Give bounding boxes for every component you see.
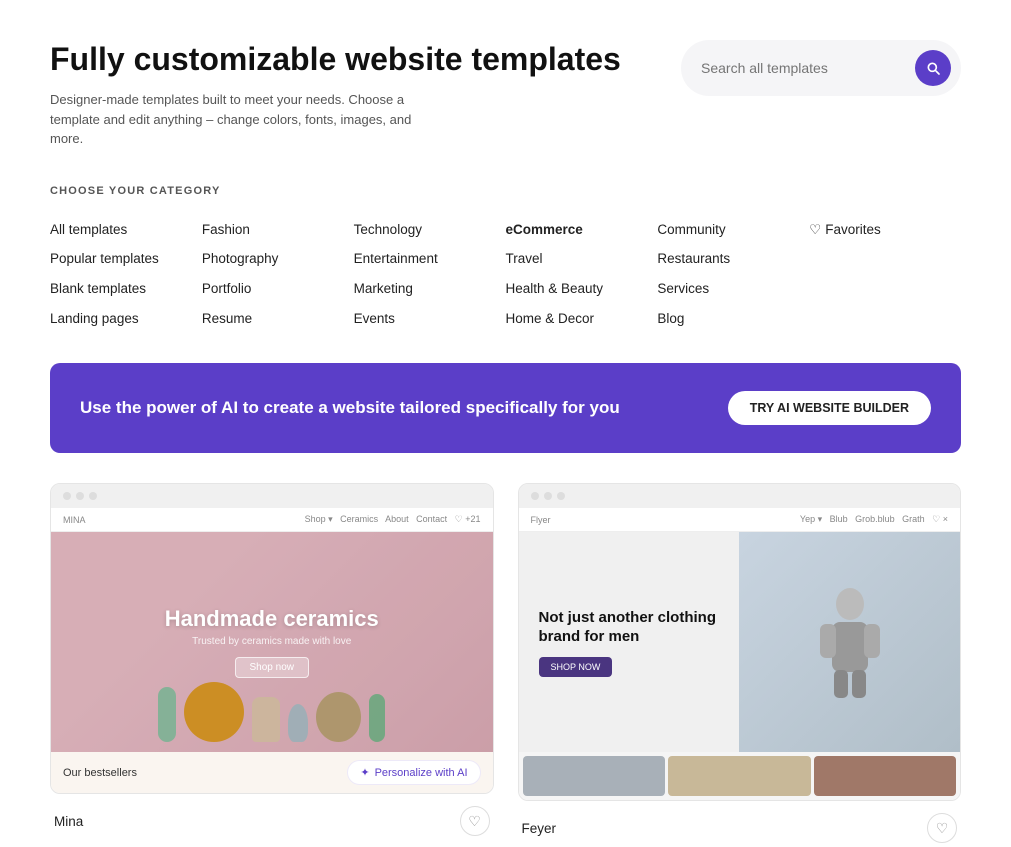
mina-shop-btn[interactable]: Shop now <box>235 657 309 678</box>
feyer-nav-items: Yep ▾ Blub Grob.blub Grath ♡ × <box>800 514 948 525</box>
mina-heart-icon: ♡ <box>468 813 481 830</box>
mina-personalize-label: Personalize with AI <box>375 767 468 779</box>
category-item-services[interactable]: Services <box>657 274 809 304</box>
category-item-technology[interactable]: Technology <box>354 215 506 245</box>
category-column-3: Technology Entertainment Marketing Event… <box>354 215 506 333</box>
template-card-feyer-wrap[interactable]: Flyer Yep ▾ Blub Grob.blub Grath ♡ × Not… <box>518 483 962 801</box>
category-item-resume[interactable]: Resume <box>202 304 354 334</box>
page-subtitle: Designer-made templates built to meet yo… <box>50 90 430 149</box>
mina-bestsellers-label: Our bestsellers <box>63 767 137 779</box>
feyer-template-name: Feyer <box>522 821 557 836</box>
category-item-health-beauty[interactable]: Health & Beauty <box>505 274 657 304</box>
category-section-title: CHOOSE YOUR CATEGORY <box>50 185 961 197</box>
page-wrapper: Fully customizable website templates Des… <box>0 0 1011 847</box>
feyer-model-image <box>739 532 960 752</box>
template-card-feyer[interactable]: Flyer Yep ▾ Blub Grob.blub Grath ♡ × Not… <box>518 483 962 847</box>
mina-favorite-button[interactable]: ♡ <box>460 806 490 836</box>
category-item-restaurants[interactable]: Restaurants <box>657 244 809 274</box>
feyer-preview: Not just another clothing brand for men … <box>519 532 961 752</box>
feyer-favorite-button[interactable]: ♡ <box>927 813 957 843</box>
category-item-blank[interactable]: Blank templates <box>50 274 202 304</box>
feyer-preview-heading: Not just another clothing brand for men <box>539 608 720 647</box>
feyer-logo-text: Flyer <box>531 515 551 525</box>
mina-preview-subtitle: Trusted by ceramics made with love <box>192 636 351 647</box>
category-item-photography[interactable]: Photography <box>202 244 354 274</box>
favorites-label: Favorites <box>825 219 881 241</box>
category-item-marketing[interactable]: Marketing <box>354 274 506 304</box>
feyer-thumb-1 <box>523 756 666 796</box>
category-item-fashion[interactable]: Fashion <box>202 215 354 245</box>
mina-browser-bar <box>51 484 493 508</box>
ai-website-builder-button[interactable]: TRY AI WEBSITE BUILDER <box>728 391 931 425</box>
mina-preview: Handmade ceramics Trusted by ceramics ma… <box>51 532 493 752</box>
mina-card-footer: Our bestsellers ✦ Personalize with AI <box>51 752 493 793</box>
ai-banner-text: Use the power of AI to create a website … <box>80 398 620 418</box>
category-column-5: Community Restaurants Services Blog <box>657 215 809 333</box>
search-button[interactable] <box>915 50 951 86</box>
feyer-top-bar: Flyer Yep ▾ Blub Grob.blub Grath ♡ × <box>519 508 961 532</box>
feyer-browser-dot-3 <box>557 492 565 500</box>
search-icon <box>925 60 941 76</box>
category-section: CHOOSE YOUR CATEGORY All templates Popul… <box>50 185 961 333</box>
category-item-blog[interactable]: Blog <box>657 304 809 334</box>
heart-icon: ♡ <box>809 219 821 241</box>
feyer-thumb-2 <box>668 756 811 796</box>
feyer-bottom-strip <box>519 752 961 800</box>
category-item-community[interactable]: Community <box>657 215 809 245</box>
feyer-browser-dot-2 <box>544 492 552 500</box>
feyer-heart-icon: ♡ <box>936 820 949 837</box>
header-section: Fully customizable website templates Des… <box>50 40 961 149</box>
category-grid: All templates Popular templates Blank te… <box>50 215 961 333</box>
header-text: Fully customizable website templates Des… <box>50 40 621 149</box>
template-card-mina[interactable]: MINA Shop ▾ Ceramics About Contact ♡ +21 <box>50 483 494 847</box>
mina-personalize-badge[interactable]: ✦ Personalize with AI <box>347 760 480 785</box>
mina-preview-title: Handmade ceramics <box>165 606 379 632</box>
category-item-popular[interactable]: Popular templates <box>50 244 202 274</box>
templates-grid: MINA Shop ▾ Ceramics About Contact ♡ +21 <box>50 483 961 847</box>
sparkle-icon: ✦ <box>360 766 369 779</box>
category-item-all[interactable]: All templates <box>50 215 202 245</box>
browser-dot-3 <box>89 492 97 500</box>
category-item-landing[interactable]: Landing pages <box>50 304 202 334</box>
feyer-shop-btn[interactable]: SHOP NOW <box>539 657 613 677</box>
category-column-4: eCommerce Travel Health & Beauty Home & … <box>505 215 657 333</box>
mina-template-name: Mina <box>54 814 83 829</box>
search-input[interactable] <box>701 60 907 76</box>
mina-overlay: Handmade ceramics Trusted by ceramics ma… <box>51 532 493 752</box>
category-item-home-decor[interactable]: Home & Decor <box>505 304 657 334</box>
page-title: Fully customizable website templates <box>50 40 621 78</box>
category-column-2: Fashion Photography Portfolio Resume <box>202 215 354 333</box>
template-card-mina-wrap[interactable]: MINA Shop ▾ Ceramics About Contact ♡ +21 <box>50 483 494 794</box>
category-item-ecommerce[interactable]: eCommerce <box>505 215 657 245</box>
mina-nav-items: Shop ▾ Ceramics About Contact ♡ +21 <box>305 514 481 525</box>
category-column-6: ♡ Favorites <box>809 215 961 333</box>
category-item-travel[interactable]: Travel <box>505 244 657 274</box>
model-silhouette <box>810 582 890 702</box>
category-column-1: All templates Popular templates Blank te… <box>50 215 202 333</box>
feyer-label-row: Feyer ♡ <box>518 801 962 847</box>
feyer-thumb-3 <box>814 756 957 796</box>
ai-banner: Use the power of AI to create a website … <box>50 363 961 453</box>
browser-dot-1 <box>63 492 71 500</box>
mina-logo-text: MINA <box>63 515 86 525</box>
category-item-events[interactable]: Events <box>354 304 506 334</box>
mina-label-row: Mina ♡ <box>50 794 494 840</box>
mina-top-bar: MINA Shop ▾ Ceramics About Contact ♡ +21 <box>51 508 493 532</box>
category-item-favorites[interactable]: ♡ Favorites <box>809 215 961 245</box>
feyer-browser-bar <box>519 484 961 508</box>
feyer-right-panel <box>739 532 960 752</box>
feyer-browser-dot-1 <box>531 492 539 500</box>
browser-dot-2 <box>76 492 84 500</box>
category-item-portfolio[interactable]: Portfolio <box>202 274 354 304</box>
feyer-left-panel: Not just another clothing brand for men … <box>519 532 740 752</box>
search-box[interactable] <box>681 40 961 96</box>
category-item-entertainment[interactable]: Entertainment <box>354 244 506 274</box>
